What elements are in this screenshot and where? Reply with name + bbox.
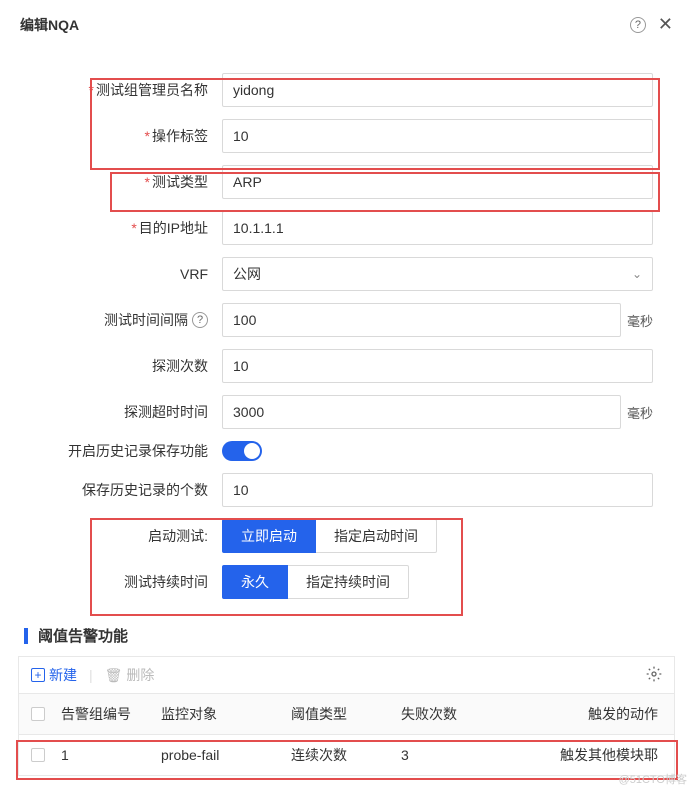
interval-input[interactable]: 100: [222, 303, 621, 337]
form: *测试组管理员名称 yidong *操作标签 10 *测试类型 ARP *目的I…: [0, 45, 693, 599]
interval-suffix: 毫秒: [627, 311, 653, 330]
admin-name-label: 测试组管理员名称: [96, 82, 208, 98]
trash-icon: 🗑: [105, 667, 123, 684]
test-type-label: 测试类型: [152, 174, 208, 190]
col-monitor: 监控对象: [161, 704, 291, 724]
history-count-input[interactable]: 10: [222, 473, 653, 507]
duration-label: 测试持续时间: [124, 574, 208, 590]
probe-count-input[interactable]: 10: [222, 349, 653, 383]
dest-ip-label: 目的IP地址: [139, 220, 208, 236]
dest-ip-input[interactable]: 10.1.1.1: [222, 211, 653, 245]
new-button[interactable]: + 新建: [31, 665, 77, 685]
select-all-checkbox[interactable]: [31, 707, 45, 721]
history-enable-toggle[interactable]: [222, 441, 262, 461]
gear-icon[interactable]: [646, 666, 662, 685]
duration-forever-button[interactable]: 永久: [222, 565, 288, 599]
history-enable-label: 开启历史记录保存功能: [68, 443, 208, 459]
help-icon[interactable]: ?: [630, 17, 646, 33]
section-title: 阈值告警功能: [0, 611, 693, 656]
col-fail-count: 失败次数: [401, 704, 501, 724]
duration-group: 永久 指定持续时间: [222, 565, 409, 599]
table-row[interactable]: 1 probe-fail 连续次数 3 触发其他模块耶: [19, 735, 674, 775]
probe-timeout-suffix: 毫秒: [627, 403, 653, 422]
history-count-label: 保存历史记录的个数: [82, 482, 208, 498]
chevron-down-icon: ⌄: [632, 267, 642, 281]
start-test-group: 立即启动 指定启动时间: [222, 519, 437, 553]
probe-timeout-label: 探测超时时间: [124, 404, 208, 420]
op-tag-input[interactable]: 10: [222, 119, 653, 153]
vrf-select[interactable]: 公网 ⌄: [222, 257, 653, 291]
start-scheduled-button[interactable]: 指定启动时间: [316, 519, 437, 553]
table-toolbar: + 新建 | 🗑 删除: [18, 656, 675, 693]
probe-timeout-input[interactable]: 3000: [222, 395, 621, 429]
col-threshold-type: 阈值类型: [291, 704, 401, 724]
interval-help-icon[interactable]: ?: [192, 312, 208, 328]
row-checkbox[interactable]: [31, 748, 45, 762]
plus-icon: +: [31, 668, 45, 682]
interval-label: 测试时间间隔: [104, 310, 188, 330]
dialog-header: 编辑NQA ? ✕: [0, 0, 693, 45]
dialog-title: 编辑NQA: [20, 15, 79, 35]
vrf-label: VRF: [180, 266, 208, 282]
watermark: @51CTO博客: [619, 771, 687, 787]
test-type-input[interactable]: ARP: [222, 165, 653, 199]
op-tag-label: 操作标签: [152, 128, 208, 144]
start-test-label: 启动测试:: [148, 528, 208, 544]
start-now-button[interactable]: 立即启动: [222, 519, 316, 553]
delete-button[interactable]: 🗑 删除: [105, 665, 155, 685]
col-alarm-id: 告警组编号: [61, 704, 161, 724]
table-header: 告警组编号 监控对象 阈值类型 失败次数 触发的动作: [19, 694, 674, 735]
col-action: 触发的动作: [501, 704, 662, 724]
close-icon[interactable]: ✕: [658, 14, 673, 35]
duration-custom-button[interactable]: 指定持续时间: [288, 565, 409, 599]
alarm-table: 告警组编号 监控对象 阈值类型 失败次数 触发的动作 1 probe-fail …: [18, 693, 675, 776]
probe-count-label: 探测次数: [152, 358, 208, 374]
admin-name-input[interactable]: yidong: [222, 73, 653, 107]
